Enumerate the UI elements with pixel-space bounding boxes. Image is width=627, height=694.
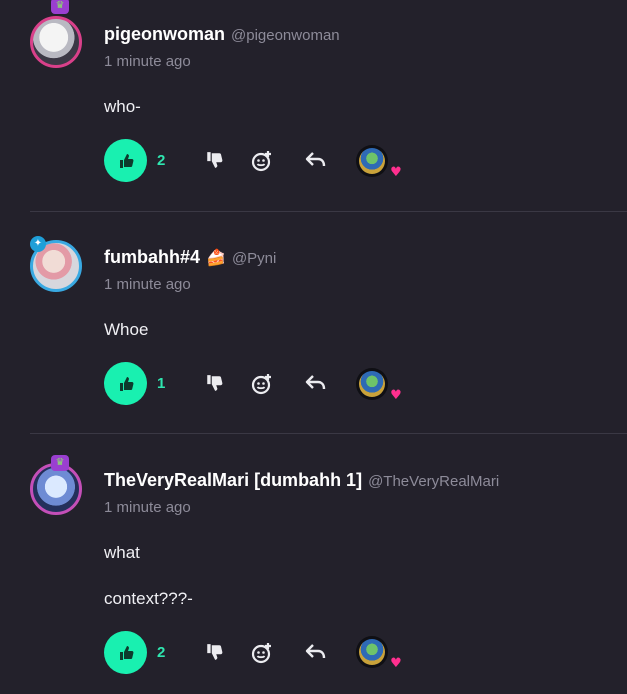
avatar[interactable] — [30, 16, 82, 68]
reply-button[interactable] — [304, 148, 328, 172]
reaction-user-avatar[interactable] — [356, 368, 388, 400]
add-emoji-icon — [251, 643, 271, 664]
thumbs-up-icon — [119, 376, 133, 391]
add-reaction-button[interactable] — [250, 372, 274, 396]
heart-icon: ♥ — [390, 656, 402, 671]
add-emoji-icon — [251, 374, 271, 395]
dislike-button[interactable] — [202, 148, 226, 172]
timestamp: 1 minute ago — [104, 53, 191, 70]
thumbs-down-icon — [207, 644, 223, 660]
display-name[interactable]: fumbahh#4 🍰 @Pyni — [104, 247, 276, 268]
reaction-user-avatar[interactable] — [356, 145, 388, 177]
reply-button[interactable] — [304, 371, 328, 395]
like-button[interactable] — [104, 362, 147, 405]
divider — [30, 433, 627, 434]
thumbs-up-icon — [119, 153, 133, 168]
sparkle-badge-icon: ✦ — [30, 236, 46, 252]
reaction-avatar-image — [359, 639, 385, 665]
like-count: 2 — [157, 644, 166, 661]
reaction-avatar-image — [359, 371, 385, 397]
reaction-user-avatar[interactable] — [356, 636, 388, 668]
reply-button[interactable] — [304, 640, 328, 664]
display-name[interactable]: TheVeryRealMari [dumbahh 1] @TheVeryRealM… — [104, 470, 499, 491]
thumbs-down-icon — [207, 375, 223, 391]
divider — [30, 211, 627, 212]
reaction-avatar-image — [359, 148, 385, 174]
thumbs-down-icon — [207, 152, 223, 168]
display-name-text[interactable]: fumbahh#4 — [104, 247, 200, 267]
comment-feed: ♛ pigeonwoman @pigeonwoman 1 minute ago w… — [0, 0, 627, 694]
like-count: 2 — [157, 152, 166, 169]
cake-emoji: 🍰 — [206, 250, 226, 267]
user-handle[interactable]: @pigeonwoman — [231, 27, 340, 44]
comment-text: context???- — [104, 589, 193, 608]
heart-icon: ♥ — [390, 388, 402, 403]
crown-badge-icon: ♛ — [51, 455, 69, 471]
comment-text: what — [104, 543, 140, 562]
reply-arrow-icon — [305, 152, 326, 167]
crown-badge-icon: ♛ — [51, 0, 69, 14]
display-name-text[interactable]: pigeonwoman — [104, 24, 225, 44]
user-handle[interactable]: @Pyni — [232, 250, 276, 267]
comment-text: who- — [104, 97, 141, 116]
comment-text: Whoe — [104, 320, 149, 339]
add-reaction-button[interactable] — [250, 149, 274, 173]
reply-arrow-icon — [305, 375, 326, 390]
user-handle[interactable]: @TheVeryRealMari — [368, 473, 499, 490]
add-reaction-button[interactable] — [250, 641, 274, 665]
add-emoji-icon — [251, 151, 271, 172]
timestamp: 1 minute ago — [104, 499, 191, 516]
timestamp: 1 minute ago — [104, 276, 191, 293]
dislike-button[interactable] — [202, 640, 226, 664]
dislike-button[interactable] — [202, 371, 226, 395]
display-name-text[interactable]: TheVeryRealMari [dumbahh 1] — [104, 470, 362, 490]
display-name[interactable]: pigeonwoman @pigeonwoman — [104, 24, 340, 45]
thumbs-up-icon — [119, 645, 133, 660]
heart-icon: ♥ — [390, 165, 402, 180]
reply-arrow-icon — [305, 644, 326, 659]
like-button[interactable] — [104, 631, 147, 674]
like-button[interactable] — [104, 139, 147, 182]
like-count: 1 — [157, 375, 166, 392]
